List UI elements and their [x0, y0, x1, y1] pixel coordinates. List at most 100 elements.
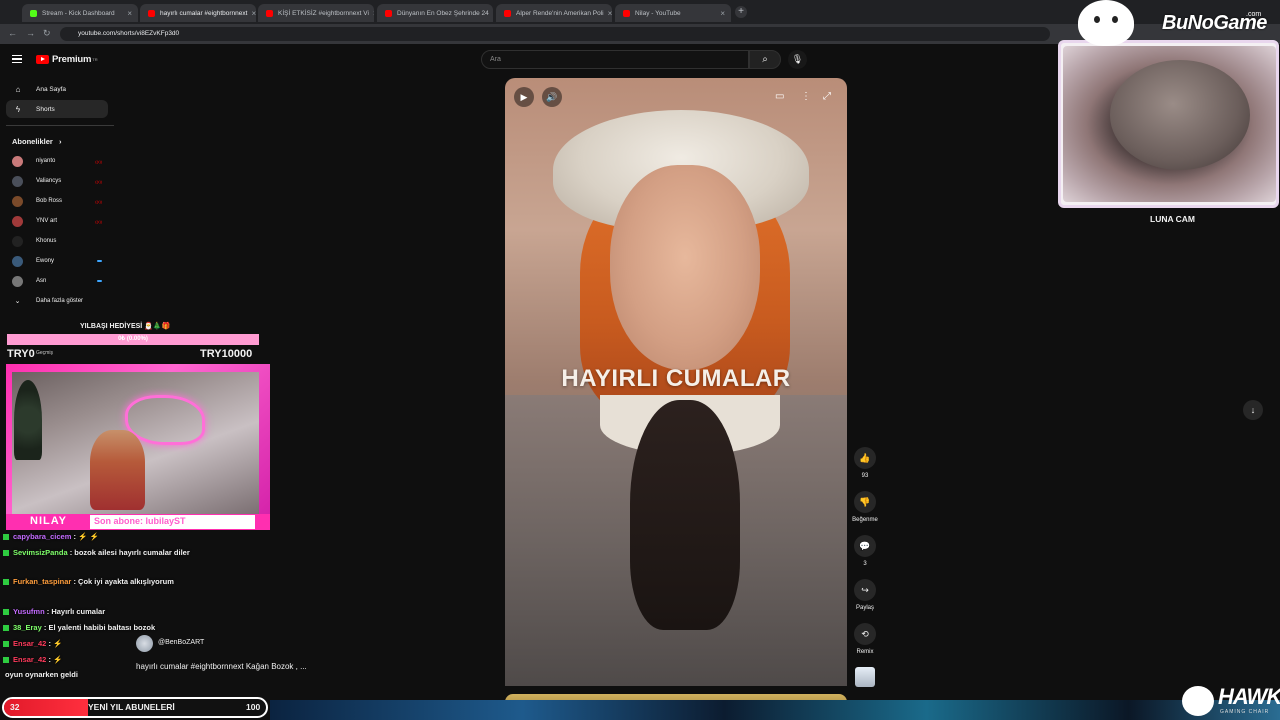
subscription-name: Khonus [36, 238, 57, 244]
tab-favicon-icon [504, 9, 511, 17]
remix-action[interactable]: ⟲ Remix [848, 623, 882, 655]
volume-icon: 🔊 [546, 92, 558, 102]
streamer [90, 430, 145, 510]
avatar [12, 255, 23, 267]
like-count: 93 [861, 473, 869, 479]
chat-user: Ensar_42 [13, 655, 47, 664]
reload-icon[interactable]: ↻ [43, 28, 51, 39]
tab-close-icon[interactable]: × [123, 9, 132, 18]
like-action[interactable]: 👍 93 [853, 447, 877, 479]
chat-text: : ⚡ [46, 639, 63, 648]
tab-label: hayırlı cumalar #eightbornnext [160, 9, 248, 17]
chat-message: Yusufmn : Hayırlı cumalar [3, 607, 263, 617]
tab-close-icon[interactable]: × [489, 9, 494, 18]
nav-shorts[interactable]: ϟ Shorts [6, 100, 108, 118]
cat-cam-label: LUNA CAM [1150, 214, 1196, 224]
subscription-item[interactable]: niyanto ((•)) [12, 153, 102, 169]
dislike-action[interactable]: 👎 Beğenme [846, 491, 884, 523]
last-subscriber: Son abone: lubilayST [94, 516, 186, 526]
gift-progress-bar: 0₺ (0.00%) [7, 334, 259, 345]
comment-icon[interactable]: 💬 [854, 535, 876, 557]
tab-close-icon[interactable]: × [716, 9, 725, 18]
bottom-banner [270, 700, 1280, 720]
browser-tab[interactable]: Stream - Kick Dashboard × [22, 4, 138, 22]
video-hands [630, 400, 740, 630]
live-icon: ((•)) [95, 178, 102, 184]
hawk-logo-icon [1182, 686, 1214, 716]
browser-tab[interactable]: Alper Rende'nin Amerikan Poli × [496, 4, 612, 22]
back-icon[interactable]: ← [8, 28, 17, 38]
next-short-button[interactable]: ↓ [1243, 400, 1263, 420]
url-field[interactable]: youtube.com/shorts/vi8EZvKFp3d0 [60, 27, 1050, 41]
share-action[interactable]: ↪ Paylaş [848, 579, 882, 611]
avatar [12, 175, 23, 187]
subscription-item[interactable]: Valiancys ((•)) [12, 173, 102, 189]
browser-tab[interactable]: Nilay - YouTube × [615, 4, 731, 22]
search-button[interactable]: ⌕ [749, 50, 781, 69]
play-button[interactable]: ▶ [514, 87, 534, 107]
chat-user: Yusufmn [13, 607, 45, 616]
show-more-button[interactable]: ⌄ Daha fazla göster [12, 293, 102, 309]
channel-avatar[interactable] [136, 635, 153, 652]
audio-thumbnail[interactable] [855, 667, 875, 687]
share-icon[interactable]: ↪ [854, 579, 876, 601]
tab-favicon-icon [266, 9, 273, 17]
live-icon: ((•)) [95, 218, 102, 224]
subscription-item[interactable]: Khonus [12, 233, 102, 249]
volume-button[interactable]: 🔊 [542, 87, 562, 107]
mic-icon: 🎙 [791, 54, 804, 64]
tab-close-icon[interactable]: × [247, 9, 256, 18]
new-tab-button[interactable]: + [735, 6, 747, 18]
tab-favicon-icon [385, 9, 392, 17]
browser-tab[interactable]: KİŞİ ETKİSİZ #eightbornnext Vi× [258, 4, 374, 22]
sponsor-logo-suffix: .com [1246, 11, 1262, 18]
thumbs-down-icon[interactable]: 👎 [854, 491, 876, 513]
christmas-tree [14, 380, 42, 460]
live-icon: ((•)) [95, 198, 102, 204]
browser-tab[interactable]: Dünyanın En Obez Şehrinde 24× [377, 4, 493, 22]
comments-action[interactable]: 💬 3 [853, 535, 877, 567]
nav-home[interactable]: ⌂ Ana Sayfa [6, 80, 108, 98]
nav-shorts-label: Shorts [36, 105, 55, 113]
subscription-item[interactable]: Asn [12, 273, 102, 289]
chat-message: Ensar_42 : ⚡ [3, 639, 263, 649]
chat-text: : bozok ailesi hayırlı cumalar diler [67, 548, 190, 557]
subscription-name: Bob Ross [36, 198, 63, 204]
mic-button[interactable]: 🎙 [788, 50, 807, 69]
fullscreen-icon[interactable]: ⤢ [823, 91, 831, 102]
shorts-icon: ϟ [15, 104, 21, 114]
sub-goal-max: 100 [246, 702, 261, 712]
thumbs-up-icon[interactable]: 👍 [854, 447, 876, 469]
menu-icon[interactable] [12, 55, 22, 63]
subscription-name: YNV art [36, 218, 58, 224]
tab-close-icon[interactable]: × [369, 9, 374, 18]
subscriptions-header[interactable]: Abonelikler › [12, 137, 61, 146]
chevron-down-icon: ⌄ [14, 298, 21, 305]
tab-label: Dünyanın En Obez Şehrinde 24 [397, 9, 489, 17]
captions-icon[interactable]: ▭ [775, 91, 784, 102]
tab-close-icon[interactable]: × [604, 9, 612, 18]
chat-text: : ⚡ ⚡ [71, 532, 99, 541]
nav-home-label: Ana Sayfa [36, 85, 66, 93]
avatar [12, 275, 23, 287]
gift-max: TRY10000 [200, 348, 253, 360]
subscription-item[interactable]: Bob Ross ((•)) [12, 193, 102, 209]
short-description[interactable]: hayırlı cumalar #eightbornnext Kağan Boz… [136, 662, 307, 671]
subscription-item[interactable]: Ewony [12, 253, 102, 269]
remix-icon[interactable]: ⟲ [854, 623, 876, 645]
channel-name[interactable]: @BenBoZART [158, 639, 204, 646]
kick-badge-icon [3, 609, 9, 616]
new-content-dot-icon [97, 280, 102, 282]
logo-text: Premium [52, 54, 92, 65]
remix-label: Remix [856, 649, 874, 655]
search-input[interactable]: Ara [481, 50, 749, 69]
new-content-dot-icon [97, 260, 102, 262]
chevron-right-icon: › [58, 137, 62, 146]
youtube-logo[interactable]: Premium TR [36, 54, 98, 65]
subscription-item[interactable]: YNV art ((•)) [12, 213, 102, 229]
share-label: Paylaş [855, 605, 874, 611]
youtube-play-icon [36, 55, 49, 64]
more-icon[interactable]: ⋮ [801, 91, 811, 102]
browser-tab[interactable]: hayırlı cumalar #eightbornnext × [140, 4, 256, 22]
forward-icon[interactable]: → [26, 28, 35, 38]
